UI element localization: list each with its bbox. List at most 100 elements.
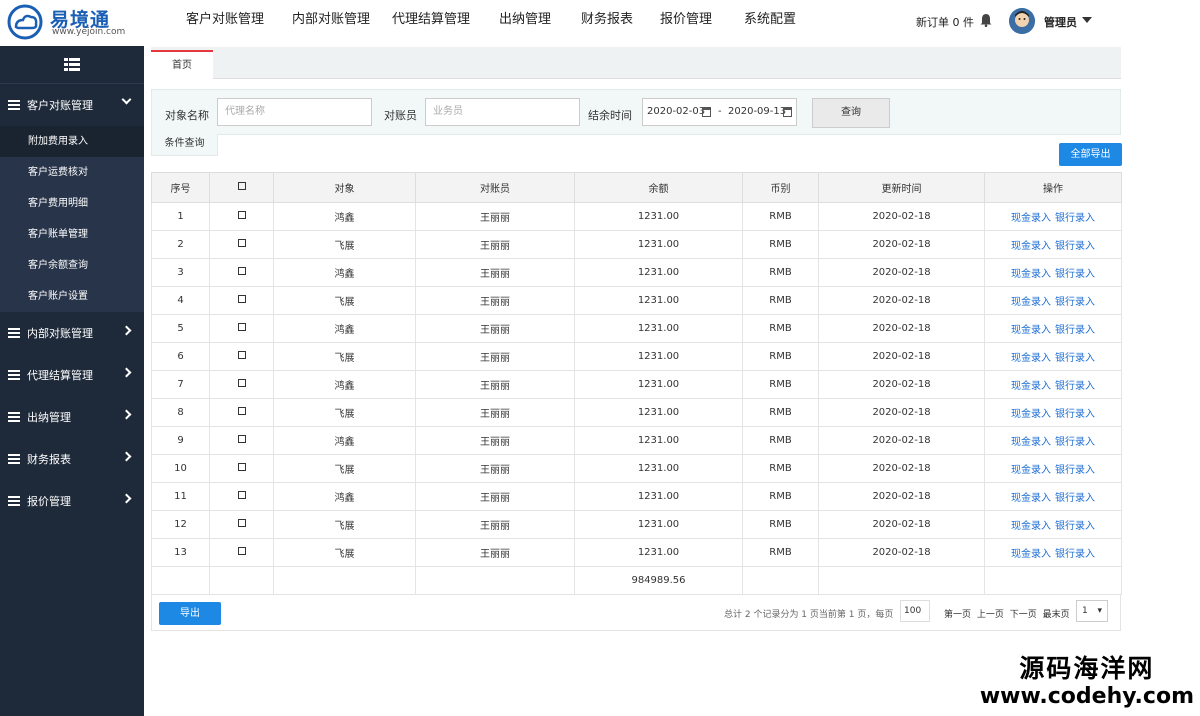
- nav-cashier[interactable]: 出纳管理: [499, 0, 581, 42]
- checkbox-icon[interactable]: [237, 463, 246, 471]
- sidebar-group-finance-report[interactable]: 财务报表: [0, 438, 144, 480]
- tab-home[interactable]: 首页: [151, 50, 213, 79]
- checkbox-icon[interactable]: [237, 267, 246, 275]
- row-checkbox[interactable]: [209, 202, 274, 231]
- cash-entry-link[interactable]: 现金录入: [1011, 549, 1051, 560]
- cash-entry-link[interactable]: 现金录入: [1011, 213, 1051, 224]
- checkbox-icon[interactable]: [237, 379, 246, 387]
- page-select[interactable]: 1 ▾: [1076, 600, 1108, 622]
- row-checkbox[interactable]: [209, 426, 274, 455]
- nav-agent-settlement[interactable]: 代理结算管理: [392, 0, 499, 42]
- bank-entry-link[interactable]: 银行录入: [1055, 493, 1095, 504]
- checkbox-icon[interactable]: [237, 407, 246, 415]
- row-checkbox[interactable]: [209, 258, 274, 287]
- prev-page-link[interactable]: 上一页: [977, 610, 1004, 620]
- logo[interactable]: 易境通 www.yejoin.com: [6, 3, 136, 41]
- bank-entry-link[interactable]: 银行录入: [1055, 269, 1095, 280]
- last-page-link[interactable]: 最末页: [1043, 610, 1070, 620]
- cash-entry-link[interactable]: 现金录入: [1011, 409, 1051, 420]
- sidebar-group-cashier[interactable]: 出纳管理: [0, 396, 144, 438]
- checkbox-icon[interactable]: [237, 323, 246, 331]
- cash-entry-link[interactable]: 现金录入: [1011, 269, 1051, 280]
- col-select-all[interactable]: [209, 172, 274, 203]
- col-actions: 操作: [984, 172, 1122, 203]
- checkbox-icon[interactable]: [237, 519, 246, 527]
- target-name-input[interactable]: 代理名称: [217, 98, 372, 126]
- nav-internal-recon[interactable]: 内部对账管理: [292, 0, 392, 42]
- row-checkbox[interactable]: [209, 286, 274, 315]
- row-checkbox[interactable]: [209, 398, 274, 427]
- sidebar-group-internal-recon[interactable]: 内部对账管理: [0, 312, 144, 354]
- export-all-button[interactable]: 全部导出: [1059, 143, 1122, 166]
- checkbox-icon[interactable]: [237, 351, 246, 359]
- checkbox-icon[interactable]: [237, 547, 246, 555]
- row-checkbox[interactable]: [209, 342, 274, 371]
- condition-query-tab[interactable]: 条件查询: [151, 134, 218, 156]
- sidebar-item-freight-check[interactable]: 客户运费核对: [0, 157, 144, 188]
- sidebar-toggle[interactable]: [0, 46, 144, 84]
- sidebar-item-fee-detail[interactable]: 客户费用明细: [0, 188, 144, 219]
- date-range-picker[interactable]: 2020-02-03 - 2020-09-13: [642, 98, 797, 126]
- bank-entry-link[interactable]: 银行录入: [1055, 241, 1095, 252]
- first-page-link[interactable]: 第一页: [944, 610, 971, 620]
- bank-entry-link[interactable]: 银行录入: [1055, 213, 1095, 224]
- bank-entry-link[interactable]: 银行录入: [1055, 297, 1095, 308]
- row-checkbox[interactable]: [209, 314, 274, 343]
- row-checkbox[interactable]: [209, 510, 274, 539]
- row-checkbox[interactable]: [209, 370, 274, 399]
- cash-entry-link[interactable]: 现金录入: [1011, 297, 1051, 308]
- new-orders-count[interactable]: 新订单 0 件: [916, 14, 974, 30]
- cash-entry-link[interactable]: 现金录入: [1011, 437, 1051, 448]
- row-checkbox[interactable]: [209, 230, 274, 259]
- cash-entry-link[interactable]: 现金录入: [1011, 493, 1051, 504]
- page-size-input[interactable]: 100: [900, 600, 930, 622]
- row-target: 鸿鑫: [273, 370, 416, 399]
- cash-entry-link[interactable]: 现金录入: [1011, 381, 1051, 392]
- query-button[interactable]: 查询: [812, 98, 890, 128]
- sidebar-group-agent-settlement[interactable]: 代理结算管理: [0, 354, 144, 396]
- checkbox-icon[interactable]: [237, 491, 246, 499]
- bank-entry-link[interactable]: 银行录入: [1055, 409, 1095, 420]
- date-to[interactable]: 2020-09-13: [728, 106, 786, 117]
- bank-entry-link[interactable]: 银行录入: [1055, 437, 1095, 448]
- nav-customer-recon[interactable]: 客户对账管理: [186, 0, 292, 42]
- caret-down-icon[interactable]: [1082, 17, 1092, 23]
- row-checkbox[interactable]: [209, 538, 274, 567]
- nav-quotation[interactable]: 报价管理: [660, 0, 744, 42]
- bell-icon[interactable]: [980, 13, 992, 27]
- cash-entry-link[interactable]: 现金录入: [1011, 353, 1051, 364]
- sidebar-group-customer-recon[interactable]: 客户对账管理: [0, 84, 144, 126]
- sidebar-item-bill-manage[interactable]: 客户账单管理: [0, 219, 144, 250]
- nav-system-config[interactable]: 系统配置: [744, 0, 824, 42]
- checkbox-icon[interactable]: [237, 239, 246, 247]
- sidebar-item-account-settings[interactable]: 客户账户设置: [0, 281, 144, 312]
- bank-entry-link[interactable]: 银行录入: [1055, 465, 1095, 476]
- row-checkbox[interactable]: [209, 482, 274, 511]
- nav-finance-report[interactable]: 财务报表: [581, 0, 660, 42]
- user-name[interactable]: 管理员: [1044, 14, 1077, 30]
- checkbox-icon[interactable]: [237, 435, 246, 443]
- calendar-icon[interactable]: [702, 107, 711, 117]
- export-button[interactable]: 导出: [159, 602, 221, 625]
- date-from[interactable]: 2020-02-03: [647, 106, 705, 117]
- cash-entry-link[interactable]: 现金录入: [1011, 521, 1051, 532]
- bank-entry-link[interactable]: 银行录入: [1055, 325, 1095, 336]
- avatar[interactable]: [1009, 8, 1035, 34]
- sidebar-item-balance-query[interactable]: 客户余额查询: [0, 250, 144, 281]
- cash-entry-link[interactable]: 现金录入: [1011, 465, 1051, 476]
- checkbox-icon[interactable]: [237, 211, 246, 219]
- checkbox-icon[interactable]: [237, 295, 246, 303]
- bank-entry-link[interactable]: 银行录入: [1055, 353, 1095, 364]
- checkbox-icon[interactable]: [237, 182, 246, 190]
- next-page-link[interactable]: 下一页: [1010, 610, 1037, 620]
- calendar-icon[interactable]: [783, 107, 792, 117]
- clerk-input[interactable]: 业务员: [425, 98, 580, 126]
- sidebar-group-quotation[interactable]: 报价管理: [0, 480, 144, 522]
- cash-entry-link[interactable]: 现金录入: [1011, 325, 1051, 336]
- sidebar-item-extra-fee[interactable]: 附加费用录入: [0, 126, 144, 157]
- row-checkbox[interactable]: [209, 454, 274, 483]
- bank-entry-link[interactable]: 银行录入: [1055, 521, 1095, 532]
- bank-entry-link[interactable]: 银行录入: [1055, 549, 1095, 560]
- bank-entry-link[interactable]: 银行录入: [1055, 381, 1095, 392]
- cash-entry-link[interactable]: 现金录入: [1011, 241, 1051, 252]
